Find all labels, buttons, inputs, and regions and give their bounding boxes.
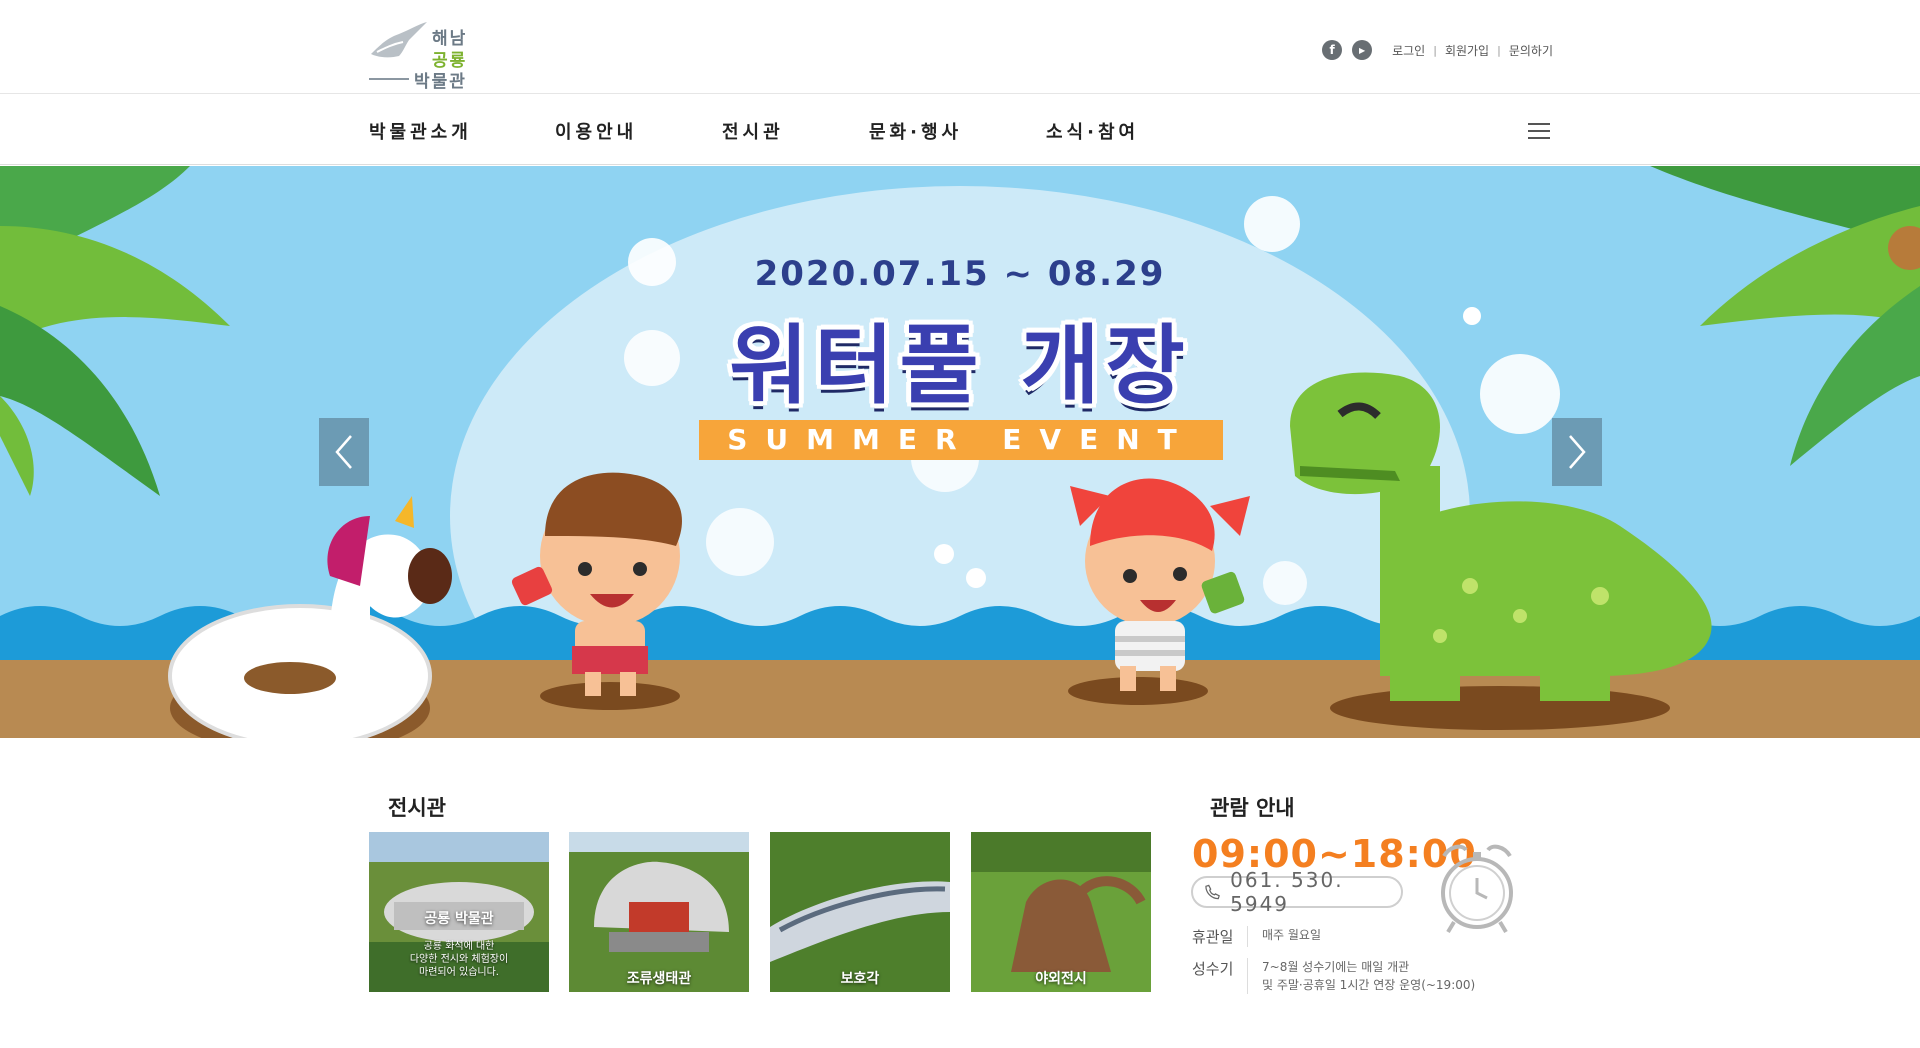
logo-divider	[369, 78, 409, 80]
card-label: 조류생태관	[626, 971, 692, 987]
nav-item-culture-events[interactable]: 문화·행사	[869, 118, 962, 144]
card-description: 공룡 화석에 대한 다양한 전시와 체험장이 마련되어 있습니다.	[369, 940, 549, 979]
exhibit-section-title: 전시관	[388, 796, 446, 820]
exhibit-card-bird-ecology[interactable]: 조류생태관	[569, 832, 749, 992]
chevron-left-icon	[335, 435, 352, 469]
nav-item-news[interactable]: 소식·참여	[1046, 118, 1139, 144]
facebook-icon[interactable]: f	[1322, 40, 1343, 60]
phone-number-box[interactable]: 061. 530. 5949	[1191, 868, 1403, 916]
nav-item-about[interactable]: 박물관소개	[369, 118, 472, 144]
card-label: 야외전시	[1035, 971, 1087, 987]
closed-day-row: 휴관일 매주 월요일	[1192, 926, 1321, 947]
peak-season-row: 성수기 7~8월 성수기에는 매일 개관 및 주말·공휴일 1시간 연장 운영(…	[1192, 958, 1475, 994]
alarm-clock-icon	[1441, 844, 1513, 934]
phone-number: 061. 530. 5949	[1230, 868, 1344, 916]
nav-item-guide[interactable]: 이용안내	[555, 118, 637, 144]
exhibit-card-protection-hall[interactable]: 보호각	[770, 832, 950, 992]
event-title: 워터풀 개장	[729, 316, 1191, 416]
card-description-line: 공룡 화석에 대한	[423, 941, 495, 952]
exhibit-card-outdoor[interactable]: 야외전시	[971, 832, 1151, 992]
contact-link[interactable]: 문의하기	[1509, 42, 1553, 59]
page: 해남 공룡 박물관 f ▶ 로그인 | 회원가입 | 문의하기 박물관소개 이용…	[0, 0, 1920, 1048]
signup-link[interactable]: 회원가입	[1445, 42, 1489, 59]
peak-season-line: 7~8월 성수기에는 매일 개관	[1262, 960, 1410, 974]
logo-text-line3: 박물관	[414, 72, 467, 92]
event-subtitle-banner: SUMMER EVENT	[699, 420, 1223, 460]
visit-section-title: 관람 안내	[1210, 796, 1295, 820]
peak-season-label: 성수기	[1192, 958, 1248, 994]
phone-icon	[1205, 884, 1220, 900]
member-links: 로그인 | 회원가입 | 문의하기	[1392, 42, 1553, 59]
slide-next-button[interactable]	[1552, 418, 1602, 486]
login-link[interactable]: 로그인	[1392, 42, 1425, 59]
exhibit-card-dinosaur-museum[interactable]: 공룡 박물관 공룡 화석에 대한 다양한 전시와 체험장이 마련되어 있습니다.	[369, 832, 549, 992]
link-separator: |	[1433, 43, 1437, 57]
nav-item-exhibition[interactable]: 전시관	[722, 118, 784, 144]
closed-day-label: 휴관일	[1192, 926, 1248, 947]
chevron-right-icon	[1569, 435, 1586, 469]
top-header: 해남 공룡 박물관 f ▶ 로그인 | 회원가입 | 문의하기	[0, 0, 1920, 94]
event-date: 2020.07.15 ~ 08.29	[754, 254, 1166, 294]
dinosaur-logo-icon	[371, 22, 427, 58]
card-description-line: 다양한 전시와 체험장이	[409, 954, 509, 965]
link-separator: |	[1497, 43, 1501, 57]
peak-season-line: 및 주말·공휴일 1시간 연장 운영(~19:00)	[1262, 978, 1476, 992]
main-nav: 박물관소개 이용안내 전시관 문화·행사 소식·참여	[0, 95, 1920, 165]
slide-prev-button[interactable]	[319, 418, 369, 486]
hamburger-menu-icon[interactable]	[1528, 123, 1550, 139]
card-label: 보호각	[840, 971, 880, 987]
youtube-icon[interactable]: ▶	[1352, 40, 1373, 60]
card-label: 공룡 박물관	[424, 911, 494, 927]
peak-season-value: 7~8월 성수기에는 매일 개관 및 주말·공휴일 1시간 연장 운영(~19:…	[1262, 958, 1475, 994]
card-description-line: 마련되어 있습니다.	[419, 967, 499, 978]
utility-links: f ▶ 로그인 | 회원가입 | 문의하기	[1312, 40, 1553, 60]
closed-day-value: 매주 월요일	[1262, 928, 1322, 942]
museum-logo[interactable]: 해남 공룡 박물관	[369, 16, 473, 92]
